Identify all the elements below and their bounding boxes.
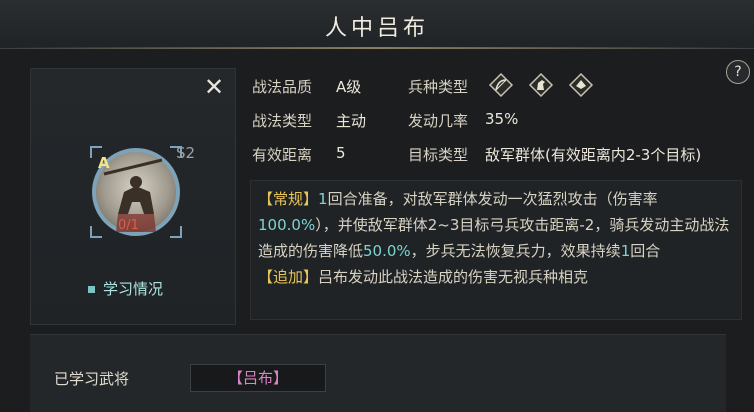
desc-highlight: 1: [318, 190, 328, 208]
learn-status-label: 学习情况: [103, 280, 164, 298]
learned-general-tag[interactable]: 【吕布】: [190, 364, 326, 392]
desc-highlight: 50.0%: [363, 242, 411, 260]
grade-badge: A: [98, 154, 110, 172]
learned-panel: [30, 334, 726, 412]
bullet-icon: [88, 286, 95, 293]
close-button[interactable]: ✕: [201, 74, 227, 100]
quality-value: A级: [336, 78, 362, 96]
range-label: 有效距离: [252, 146, 313, 164]
desc-highlight: 1: [620, 242, 631, 260]
rate-value: 35%: [485, 110, 519, 128]
archer-icon: [488, 72, 514, 98]
infantry-icon: [568, 72, 594, 98]
skill-description: 【常规】1回合准备，对敌军群体发动一次猛烈攻击（伤害率100.0%），并使敌军群…: [258, 186, 736, 290]
rate-label: 发动几率: [408, 112, 469, 130]
type-value: 主动: [336, 112, 367, 130]
target-label: 目标类型: [408, 146, 469, 164]
desc-text: ，步兵无法恢复兵力，效果持续: [410, 242, 621, 260]
frame-corner: [90, 226, 102, 238]
quality-label: 战法品质: [252, 78, 313, 96]
extra-text: 吕布发动此战法造成的伤害无视兵种相克: [318, 268, 589, 286]
target-value: 敌军群体(有效距离内2-3个目标): [485, 146, 702, 164]
learn-progress: 0/1: [118, 218, 139, 233]
title-bar: 人中吕布: [0, 0, 754, 49]
extra-tag: 【追加】: [258, 268, 319, 286]
troop-label: 兵种类型: [408, 78, 469, 96]
frame-corner: [170, 226, 182, 238]
learn-status-link[interactable]: 学习情况: [88, 278, 163, 299]
normal-tag: 【常规】: [258, 190, 319, 208]
page-title: 人中吕布: [324, 16, 429, 41]
desc-text: 回合准备，对敌军群体发动一次猛烈攻击（伤害率: [327, 190, 658, 208]
type-label: 战法类型: [252, 112, 313, 130]
learned-label: 已学习武将: [54, 370, 130, 388]
desc-text: 回合: [630, 242, 661, 260]
stage-label: S2: [176, 144, 196, 162]
help-button[interactable]: ?: [726, 60, 750, 84]
desc-highlight: 100.0%: [258, 216, 316, 234]
cavalry-icon: [528, 72, 554, 98]
range-value: 5: [336, 144, 346, 162]
